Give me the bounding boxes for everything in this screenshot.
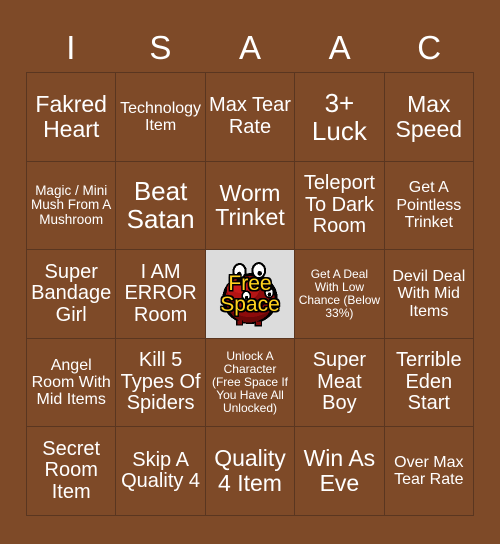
free-space-label: Free Space	[206, 271, 294, 316]
bingo-grid: Fakred Heart Technology Item Max Tear Rate…	[26, 72, 474, 516]
bingo-cell-label: Super Meat Boy	[312, 349, 367, 415]
bingo-cell-label: 3+ Luck	[311, 87, 367, 146]
bingo-cell-label: I AM ERROR Room	[124, 260, 197, 326]
free-space-label-line1: Free	[228, 271, 272, 295]
bingo-cell-label: Teleport To Dark Room	[303, 172, 375, 238]
bingo-cell[interactable]: Get A Pointless Trinket	[384, 161, 474, 251]
bingo-cell-label: Secret Room Item	[42, 437, 101, 503]
bingo-cell-label: Angel Room With Mid Items	[31, 356, 111, 409]
bingo-header-row: I S A A C	[26, 22, 474, 72]
bingo-cell[interactable]: Super Meat Boy	[295, 338, 385, 428]
bingo-cell-label: Unlock A Character (Free Space If You Ha…	[211, 349, 288, 416]
bingo-cell-label: Kill 5 Types Of Spiders	[120, 349, 201, 415]
bingo-cell-label: Get A Pointless Trinket	[396, 179, 462, 232]
bingo-cell[interactable]: Worm Trinket	[205, 161, 296, 251]
bingo-cell-label: Worm Trinket	[215, 179, 285, 231]
bingo-cell[interactable]: Win As Eve	[295, 427, 385, 516]
bingo-cell[interactable]: Get A Deal With Low Chance (Below 33%)	[295, 250, 385, 339]
bingo-cell-label: Quality 4 Item	[214, 445, 286, 497]
free-space-label-line2: Space	[220, 292, 280, 316]
bingo-cell[interactable]: Over Max Tear Rate	[384, 427, 474, 516]
bingo-cell-label: Devil Deal With Mid Items	[392, 268, 466, 320]
bingo-cell-label: Beat Satan	[126, 176, 195, 235]
header-letter-5: C	[417, 28, 442, 66]
bingo-cell-label: Over Max Tear Rate	[394, 453, 464, 489]
bingo-cell[interactable]: Magic / Mini Mush From A Mushroom	[27, 161, 117, 251]
bingo-cell[interactable]: Kill 5 Types Of Spiders	[116, 338, 206, 428]
bingo-cell-label: Max Speed	[395, 90, 463, 142]
bingo-cell[interactable]: Teleport To Dark Room	[295, 161, 385, 251]
bingo-cell-label: Get A Deal With Low Chance (Below 33%)	[298, 267, 381, 320]
bingo-cell[interactable]: Unlock A Character (Free Space If You Ha…	[205, 338, 296, 428]
bingo-cell[interactable]: Skip A Quality 4	[116, 427, 206, 516]
bingo-cell-label: Skip A Quality 4	[121, 448, 201, 493]
bingo-cell-label: Max Tear Rate	[209, 94, 291, 138]
bingo-cell[interactable]: Max Tear Rate	[205, 73, 296, 162]
bingo-cell[interactable]: I AM ERROR Room	[116, 250, 206, 339]
bingo-cell-label: Super Bandage Girl	[31, 260, 112, 326]
header-letter-2: S	[149, 28, 172, 66]
bingo-cell[interactable]: Terrible Eden Start	[384, 338, 474, 428]
bingo-cell-label: Magic / Mini Mush From A Mushroom	[31, 182, 112, 227]
bingo-cell-label: Terrible Eden Start	[396, 349, 462, 415]
bingo-cell[interactable]: Technology Item	[116, 73, 206, 162]
header-letter-3: A	[238, 28, 261, 66]
header-letter-1: I	[66, 28, 76, 66]
bingo-cell[interactable]: Super Bandage Girl	[27, 250, 117, 339]
bingo-cell-label: Win As Eve	[303, 445, 376, 497]
bingo-cell[interactable]: Max Speed	[384, 73, 474, 162]
bingo-cell-free-space[interactable]: Free Space	[205, 250, 296, 339]
bingo-cell-label: Fakred Heart	[35, 90, 107, 142]
bingo-cell[interactable]: Quality 4 Item	[205, 427, 296, 516]
bingo-cell[interactable]: Angel Room With Mid Items	[27, 338, 117, 428]
bingo-cell[interactable]: Fakred Heart	[27, 73, 117, 162]
bingo-cell[interactable]: 3+ Luck	[295, 73, 385, 162]
header-letter-4: A	[328, 28, 351, 66]
bingo-cell-label: Technology Item	[120, 99, 202, 134]
bingo-card: I S A A C Fakred Heart Technology Item Max…	[0, 0, 500, 544]
bingo-cell[interactable]: Beat Satan	[116, 161, 206, 251]
bingo-cell[interactable]: Devil Deal With Mid Items	[384, 250, 474, 339]
bingo-cell[interactable]: Secret Room Item	[27, 427, 117, 516]
